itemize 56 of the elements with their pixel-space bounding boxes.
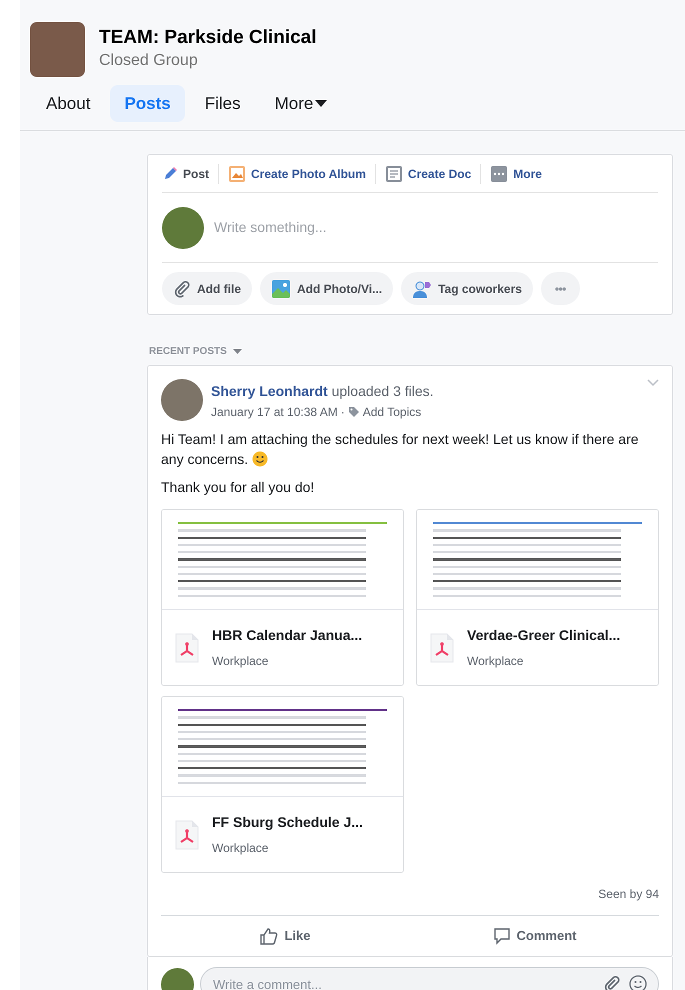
document-icon bbox=[384, 164, 403, 182]
caret-icon[interactable] bbox=[232, 348, 242, 354]
paperclip-icon bbox=[603, 975, 621, 990]
post-text: Thank you for all you do! bbox=[161, 478, 316, 497]
composer-action-button[interactable]: Tag coworkers bbox=[401, 272, 533, 305]
caret-icon bbox=[315, 100, 328, 108]
file-name[interactable]: HBR Calendar Janua... bbox=[212, 625, 362, 646]
composer-tab[interactable]: Create Doc bbox=[384, 164, 472, 182]
pdf-file-icon bbox=[174, 632, 200, 662]
post-time[interactable]: January 17 at 10:38 AM bbox=[211, 403, 338, 421]
composer-action-button[interactable]: Add Photo/Vi... bbox=[260, 272, 394, 305]
group-privacy: Closed Group bbox=[99, 51, 199, 72]
group-photo-placeholder bbox=[30, 22, 85, 77]
landscape-icon bbox=[271, 278, 291, 298]
post-text: Hi Team! I am attaching the schedules for next week! Let us know if there are any concerns. bbox=[161, 430, 640, 469]
section-heading: RECENT POSTS bbox=[149, 345, 227, 359]
pencil-icon bbox=[162, 166, 178, 182]
author-link[interactable]: Sherry Leonhardt bbox=[211, 383, 328, 399]
more-icon bbox=[490, 164, 508, 182]
pdf-file-icon bbox=[174, 820, 200, 850]
composer-action-button[interactable]: Add file bbox=[162, 272, 252, 305]
tag-icon bbox=[348, 406, 360, 418]
seen-count[interactable]: Seen by 94 bbox=[598, 885, 659, 903]
file-source: Workplace bbox=[467, 653, 524, 670]
pdf-file-icon bbox=[429, 632, 455, 662]
nav-tab[interactable]: Posts bbox=[110, 85, 185, 122]
nav-tab[interactable]: More bbox=[260, 85, 342, 122]
file-source: Workplace bbox=[212, 840, 270, 857]
like-button[interactable]: Like bbox=[161, 916, 410, 956]
file-attachment-card[interactable]: HBR Calendar Janua... Workplace bbox=[161, 509, 404, 686]
person-tag-icon bbox=[412, 278, 432, 298]
composer-tab[interactable]: Post bbox=[162, 164, 210, 182]
avatar-placeholder bbox=[162, 206, 204, 248]
nav-tab[interactable]: Files bbox=[190, 85, 255, 122]
smiley-icon bbox=[252, 451, 268, 467]
composer-tab[interactable]: Create Photo Album bbox=[228, 164, 366, 182]
file-attachment-card[interactable]: FF Sburg Schedule J... Workplace bbox=[161, 696, 404, 873]
comment-input-field[interactable]: Write a comment... bbox=[200, 967, 659, 990]
post-header-text: Sherry Leonhardt uploaded 3 files. bbox=[211, 382, 435, 401]
speech-bubble-icon bbox=[492, 927, 511, 945]
separator-dot: · bbox=[340, 404, 345, 421]
thumbs-up-icon bbox=[260, 927, 278, 945]
composer-tab[interactable]: More bbox=[490, 164, 542, 182]
paperclip-icon bbox=[173, 280, 191, 298]
comment-button[interactable]: Comment bbox=[410, 916, 659, 956]
group-title: TEAM: Parkside Clinical bbox=[99, 26, 317, 50]
picture-icon bbox=[228, 164, 246, 182]
file-source: Workplace bbox=[212, 653, 270, 670]
add-topics-link[interactable]: Add Topics bbox=[362, 403, 422, 421]
file-name[interactable]: FF Sburg Schedule J... bbox=[212, 812, 363, 833]
file-attachment-card[interactable]: Verdae-Greer Clinical... Workplace bbox=[416, 509, 659, 686]
file-name[interactable]: Verdae-Greer Clinical... bbox=[467, 625, 620, 646]
smiley-icon[interactable] bbox=[629, 975, 647, 990]
avatar-placeholder bbox=[161, 379, 203, 421]
nav-tab[interactable]: About bbox=[32, 85, 104, 122]
post-input-field[interactable]: Write something... bbox=[214, 217, 658, 238]
